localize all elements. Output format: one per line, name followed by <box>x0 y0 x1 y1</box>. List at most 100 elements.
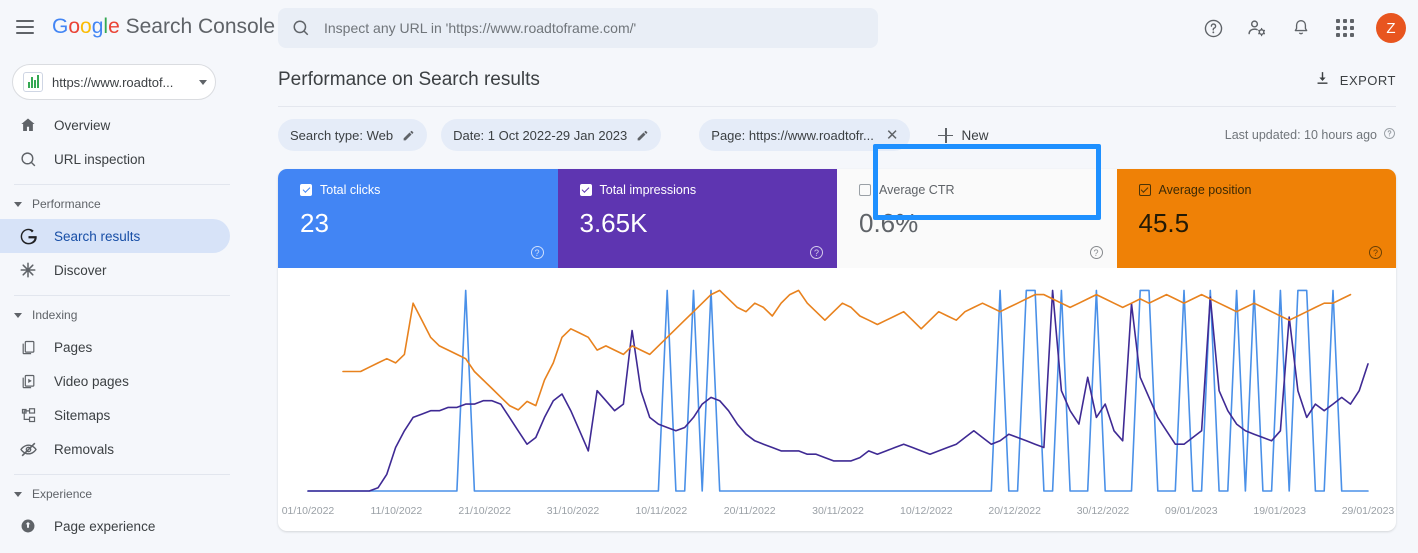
filter-chip-date[interactable]: Date: 1 Oct 2022-29 Jan 2023 <box>441 119 662 151</box>
filter-chip-label: Search type: Web <box>290 127 394 143</box>
app-brand: Google Search Console <box>52 15 276 38</box>
metric-label-row: Total clicks <box>300 183 540 197</box>
sidebar-item-video-pages[interactable]: Video pages <box>0 364 230 398</box>
chart-x-tick-label: 30/12/2022 <box>1076 505 1130 517</box>
new-filter-button[interactable]: New <box>938 127 988 143</box>
chart-x-tick-label: 29/01/2023 <box>1341 505 1395 517</box>
chart-x-tick-label: 10/12/2022 <box>900 505 953 517</box>
sidebar-item-page-experience[interactable]: Page experience <box>0 509 230 543</box>
filter-chip-search-type[interactable]: Search type: Web <box>278 119 428 151</box>
removals-eye-off-icon <box>18 439 38 459</box>
sidebar-item-label: Video pages <box>54 373 129 389</box>
apps-grid-icon[interactable] <box>1332 15 1358 41</box>
property-selector[interactable]: https://www.roadtof... <box>12 64 216 100</box>
property-chart-icon <box>23 72 43 92</box>
metric-value: 3.65K <box>579 208 648 238</box>
metric-card-total-impressions[interactable]: Total impressions 3.65K ? <box>557 169 837 268</box>
metric-name: Average CTR <box>879 183 955 197</box>
download-icon <box>1314 70 1331 90</box>
pencil-icon[interactable] <box>636 129 649 142</box>
metric-card-average-ctr[interactable]: Average CTR 0.6% ? <box>837 169 1117 268</box>
export-label: EXPORT <box>1339 72 1396 88</box>
divider <box>14 295 230 296</box>
performance-panel: Total clicks 23 ? Total impressions 3.65… <box>278 169 1396 531</box>
chart-x-tick-label: 19/01/2023 <box>1253 505 1306 517</box>
nav-group-indexing[interactable]: Indexing <box>0 300 248 330</box>
help-icon[interactable]: ? <box>530 246 544 259</box>
sidebar-item-discover[interactable]: Discover <box>0 253 230 287</box>
metric-checkbox[interactable] <box>859 184 871 196</box>
nav-group-performance[interactable]: Performance <box>0 189 248 219</box>
sidebar-item-sitemaps[interactable]: Sitemaps <box>0 398 230 432</box>
pencil-icon[interactable] <box>402 129 415 142</box>
search-input-placeholder: Inspect any URL in 'https://www.roadtofr… <box>324 20 637 36</box>
chevron-down-icon <box>14 201 22 207</box>
video-pages-icon <box>18 371 38 391</box>
metric-name: Total impressions <box>599 183 697 197</box>
search-icon <box>18 149 38 169</box>
sidebar-item-pages[interactable]: Pages <box>0 330 230 364</box>
property-label: https://www.roadtof... <box>52 74 174 90</box>
filter-chip-label: Date: 1 Oct 2022-29 Jan 2023 <box>453 127 628 143</box>
chart-svg <box>307 289 1369 492</box>
sidebar-item-label: Overview <box>54 117 111 133</box>
help-icon[interactable]: ? <box>810 246 823 259</box>
avatar[interactable]: Z <box>1376 13 1406 43</box>
divider <box>14 184 230 185</box>
sidebar-item-search-results[interactable]: Search results <box>0 219 230 253</box>
sidebar-item-label: Page experience <box>54 518 156 534</box>
filter-chip-page[interactable]: Page: https://www.roadtofr... ✕ <box>699 119 911 151</box>
export-button[interactable]: EXPORT <box>1314 70 1396 90</box>
metric-name: Average position <box>1158 183 1252 197</box>
sidebar-item-label: Sitemaps <box>54 407 111 423</box>
metric-cards: Total clicks 23 ? Total impressions 3.65… <box>278 169 1396 268</box>
metric-card-average-position[interactable]: Average position 45.5 ? <box>1116 169 1396 268</box>
user-settings-icon[interactable] <box>1244 15 1270 41</box>
help-icon[interactable]: ? <box>1089 246 1103 259</box>
brand-suffix: Search Console <box>125 15 276 38</box>
help-icon[interactable] <box>1383 127 1396 143</box>
chart-x-tick-label: 11/10/2022 <box>370 505 423 517</box>
hamburger-icon[interactable] <box>16 20 34 34</box>
chart-x-tick-label: 09/01/2023 <box>1165 505 1218 517</box>
chart-x-tick-label: 30/11/2022 <box>812 505 864 517</box>
close-icon[interactable]: ✕ <box>886 128 899 143</box>
help-icon[interactable]: ? <box>1369 246 1382 259</box>
main-content: Performance on Search results EXPORT Sea… <box>248 54 1418 553</box>
sidebar-item-removals[interactable]: Removals <box>0 432 230 466</box>
metric-label-row: Total impressions <box>579 183 820 197</box>
bell-icon[interactable] <box>1288 15 1314 41</box>
sidebar-item-label: Search results <box>54 228 141 244</box>
sidebar-item-url-inspection[interactable]: URL inspection <box>0 142 230 176</box>
metric-label-row: Average position <box>1138 183 1379 197</box>
sidebar-item-label: URL inspection <box>54 151 146 167</box>
sidebar-item-overview[interactable]: Overview <box>0 108 230 142</box>
chevron-down-icon <box>14 312 22 318</box>
metric-checkbox[interactable] <box>300 184 312 196</box>
metric-name: Total clicks <box>320 183 381 197</box>
chart-x-tick-label: 10/11/2022 <box>635 505 688 517</box>
url-inspection-search-bar[interactable]: Inspect any URL in 'https://www.roadtofr… <box>278 8 878 48</box>
sidebar: https://www.roadtof... Overview URL insp… <box>0 54 248 553</box>
chevron-down-icon[interactable] <box>199 79 207 85</box>
metric-label-row: Average CTR <box>859 183 1099 197</box>
help-icon[interactable] <box>1200 15 1226 41</box>
metric-value: 0.6% <box>859 208 919 238</box>
chart-x-tick-label: 20/12/2022 <box>988 505 1041 517</box>
page-title: Performance on Search results <box>278 69 540 90</box>
page-experience-icon <box>18 516 38 536</box>
sitemaps-icon <box>18 405 38 425</box>
chart-x-tick-label: 21/10/2022 <box>458 505 511 517</box>
nav-group-experience[interactable]: Experience <box>0 479 248 509</box>
discover-star-icon <box>18 260 38 280</box>
performance-chart[interactable]: 01/10/2022 11/10/2022 21/10/2022 31/10/2022… <box>278 268 1396 531</box>
divider <box>14 474 230 475</box>
filter-chip-label: Page: https://www.roadtofr... <box>711 127 874 143</box>
nav-primary: Overview URL inspection <box>0 108 248 176</box>
filter-row: Search type: Web Date: 1 Oct 2022-29 Jan… <box>248 107 1418 163</box>
metric-card-total-clicks[interactable]: Total clicks 23 ? <box>278 169 558 268</box>
page-header: Performance on Search results EXPORT <box>248 54 1418 106</box>
chart-x-axis-labels: 01/10/2022 11/10/2022 21/10/2022 31/10/2022… <box>278 505 1396 519</box>
metric-checkbox[interactable] <box>579 184 592 196</box>
metric-checkbox[interactable] <box>1138 184 1151 196</box>
